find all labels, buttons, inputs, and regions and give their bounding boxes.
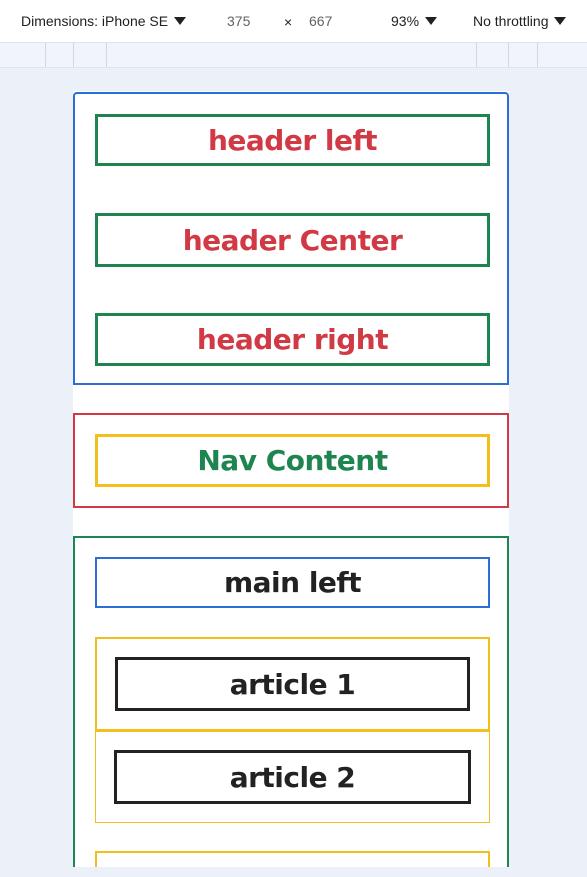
throttling-dropdown[interactable]: No throttling — [473, 13, 567, 29]
times-icon: × — [284, 14, 293, 30]
zoom-dropdown[interactable]: 93% — [391, 13, 438, 29]
header-center: header Center — [95, 213, 490, 267]
device-viewport[interactable]: header left header Center header right N… — [73, 91, 509, 867]
nav-container: Nav Content — [73, 413, 509, 508]
header-right: header right — [95, 313, 490, 366]
dimensions-label: Dimensions: iPhone SE — [21, 13, 169, 29]
dimensions-dropdown[interactable]: Dimensions: iPhone SE — [21, 13, 187, 29]
zoom-label: 93% — [391, 13, 420, 29]
caret-down-icon — [174, 17, 187, 25]
height-input[interactable]: 667 — [309, 13, 332, 29]
article-container: article 2 — [95, 731, 490, 823]
ruler-mark — [508, 43, 509, 67]
ruler-mark — [106, 43, 107, 67]
ruler-mark — [45, 43, 46, 67]
article-card: article 1 — [115, 657, 470, 711]
main-container: main left article 1 article 2 — [73, 536, 509, 867]
caret-down-icon — [425, 17, 438, 25]
header-container: header left header Center header right — [73, 92, 509, 385]
header-left: header left — [95, 114, 490, 166]
width-input[interactable]: 375 — [227, 13, 250, 29]
article-container — [95, 851, 490, 867]
article-container: article 1 — [95, 637, 490, 731]
nav-content: Nav Content — [95, 434, 490, 487]
caret-down-icon — [554, 17, 567, 25]
ruler-mark — [73, 43, 74, 67]
throttling-label: No throttling — [473, 13, 549, 29]
main-left: main left — [95, 557, 490, 608]
device-toolbar: Dimensions: iPhone SE 375 × 667 93% No t… — [0, 0, 587, 42]
media-query-ruler[interactable] — [0, 42, 587, 68]
ruler-mark — [537, 43, 538, 67]
ruler-mark — [476, 43, 477, 67]
article-card: article 2 — [114, 750, 471, 804]
